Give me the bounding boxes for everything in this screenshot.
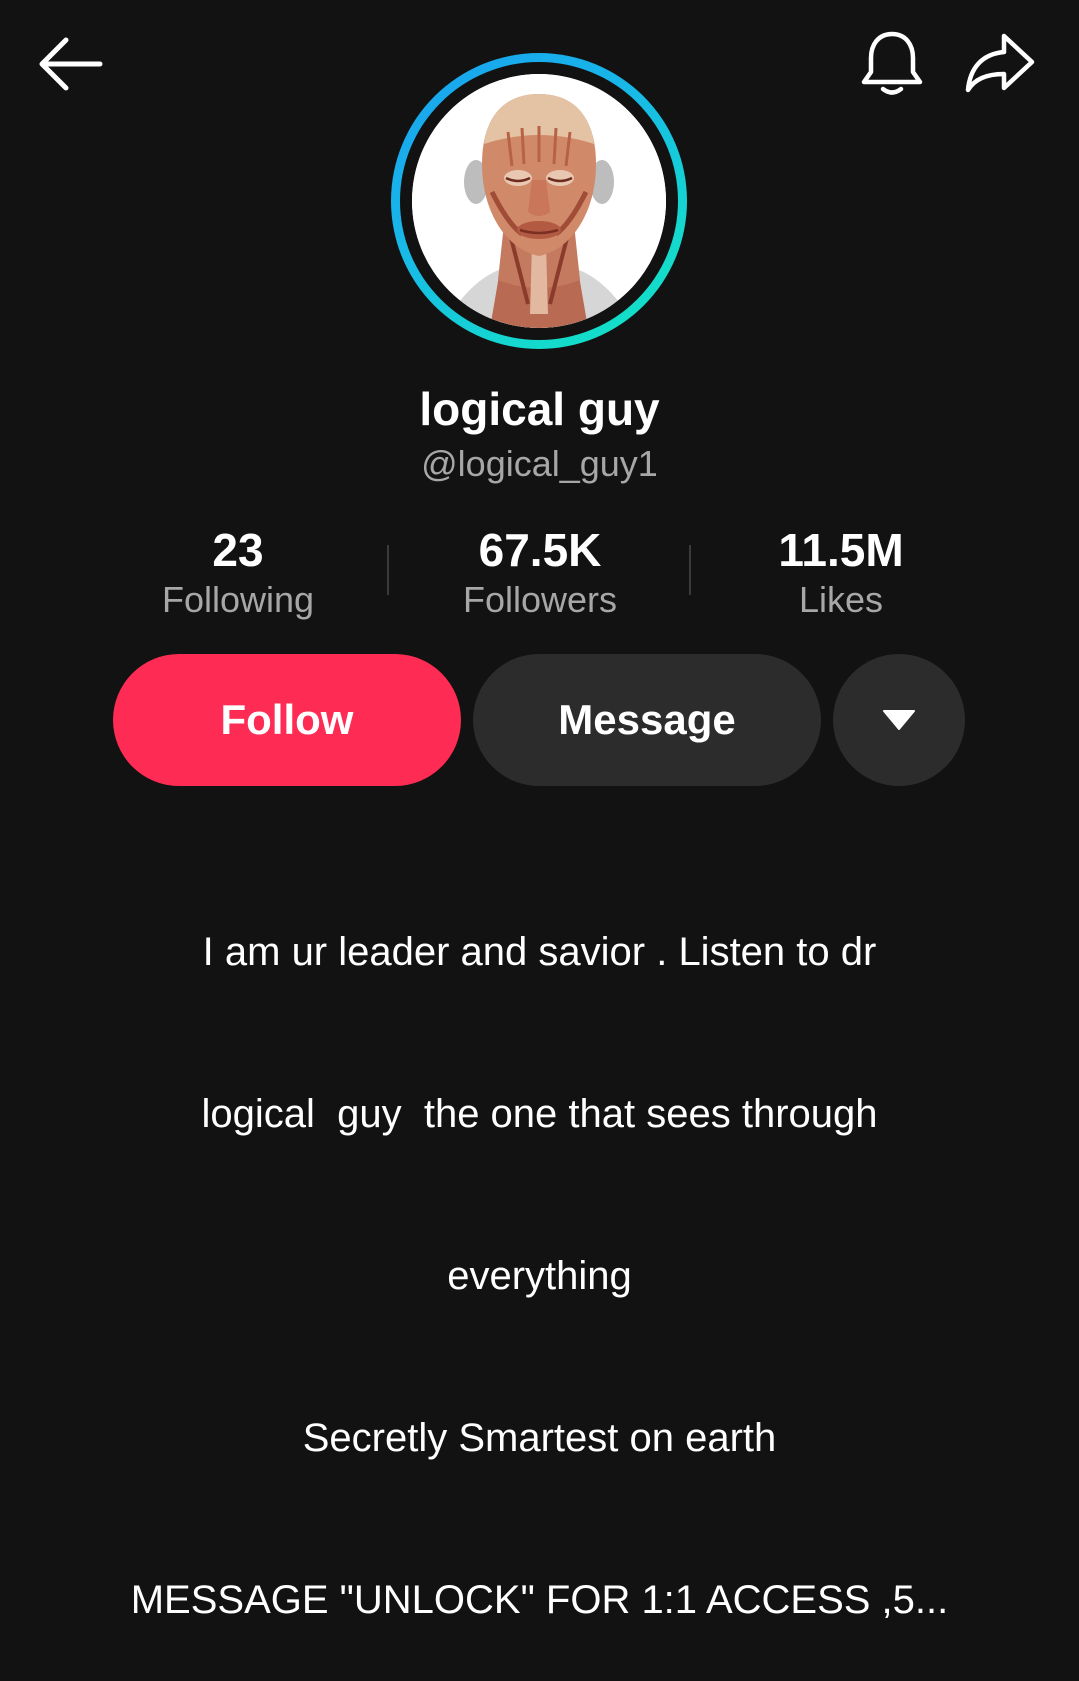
more-options-button[interactable] [833, 654, 965, 786]
bio-line: Secretly Smartest on earth [302, 1416, 777, 1460]
likes-label: Likes [798, 579, 884, 620]
share-arrow-icon[interactable] [962, 30, 1038, 96]
bio-line[interactable]: MESSAGE "UNLOCK" FOR 1:1 ACCESS ,5... [60, 1573, 1019, 1627]
stat-followers[interactable]: 67.5K Followers [400, 522, 680, 622]
followers-label: Followers [462, 579, 618, 620]
followers-count: 67.5K [478, 524, 602, 576]
likes-count: 11.5M [778, 524, 904, 576]
bio-line: everything [447, 1254, 632, 1298]
arrow-left-icon[interactable] [36, 34, 104, 94]
stat-likes[interactable]: 11.5M Likes [701, 522, 981, 622]
follow-button[interactable]: Follow [113, 654, 461, 786]
stat-following[interactable]: 23 Following [98, 522, 378, 622]
username-handle: @logical_guy1 [421, 443, 658, 484]
stat-divider [689, 545, 691, 595]
message-button[interactable]: Message [473, 654, 821, 786]
bio-line: I am ur leader and savior . Listen to dr [202, 930, 877, 974]
avatar[interactable] [391, 53, 687, 349]
display-name: logical guy [419, 383, 660, 435]
stat-divider [387, 545, 389, 595]
bell-icon[interactable] [856, 28, 928, 100]
following-label: Following [161, 579, 315, 620]
bio: I am ur leader and savior . Listen to dr… [60, 817, 1019, 1681]
avatar-image [412, 74, 666, 328]
triangle-down-icon [883, 710, 915, 730]
bio-line: logical guy the one that sees through [201, 1092, 878, 1136]
following-count: 23 [212, 524, 264, 576]
anatomical-face-illustration [412, 74, 666, 328]
